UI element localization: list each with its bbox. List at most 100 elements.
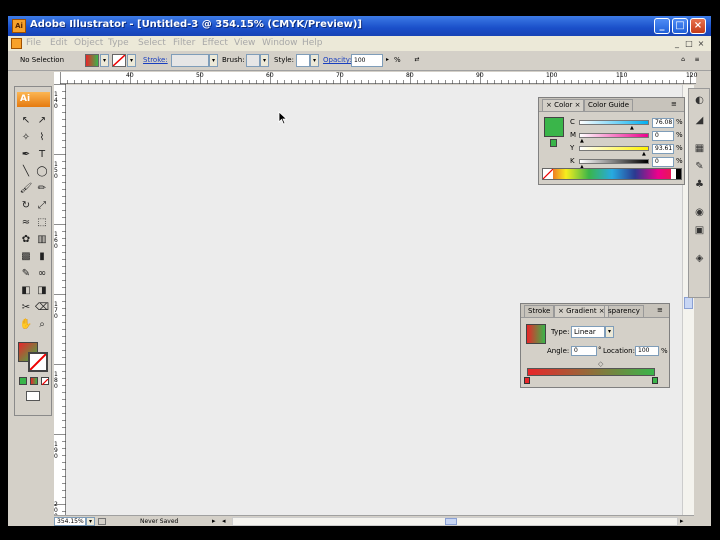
color-panel-icon[interactable]: ◐ [692, 93, 707, 108]
horizontal-scrollbar[interactable] [232, 517, 678, 526]
fill-swatch[interactable] [85, 54, 99, 67]
tab-color[interactable]: × Color × [542, 99, 585, 111]
swatches-icon[interactable]: ▦ [692, 141, 707, 156]
vertical-scroll-thumb[interactable] [684, 297, 693, 309]
minimize-button[interactable]: _ [654, 18, 670, 34]
color-spectrum[interactable] [542, 168, 682, 180]
channel-value-field[interactable]: 76.08 [652, 118, 674, 128]
gradient-stop-end[interactable] [652, 377, 658, 384]
style-field[interactable] [296, 54, 310, 67]
channel-slider-thumb[interactable]: ▲ [580, 138, 584, 144]
gradient-mode-icon[interactable] [30, 377, 38, 385]
blend-tool-icon[interactable]: ∞ [34, 266, 50, 282]
scroll-right-icon[interactable]: ▸ [680, 517, 684, 525]
stroke-weight-dropdown[interactable]: ▾ [209, 54, 218, 67]
zoom-field[interactable]: 354.15% [54, 517, 86, 526]
zoom-dropdown-icon[interactable]: ▾ [86, 517, 95, 526]
symbols-icon[interactable]: ♣ [692, 177, 707, 192]
menu-select[interactable]: Select [138, 38, 166, 48]
status-menu-arrow-icon[interactable]: ▸ [212, 517, 216, 525]
panel-menu-icon[interactable]: ≡ [692, 54, 702, 67]
tab-gradient[interactable]: × Gradient × [554, 305, 609, 317]
line-tool-icon[interactable]: ╲ [18, 164, 34, 180]
channel-slider[interactable]: ▲ [579, 133, 649, 144]
gradient-tool-icon[interactable]: ▮ [34, 249, 50, 265]
rotate-tool-icon[interactable]: ↻ [18, 198, 34, 214]
none-color-box[interactable] [542, 168, 554, 180]
channel-value-field[interactable]: 0 [652, 131, 674, 141]
document-menu-icon[interactable] [11, 38, 22, 49]
lasso-tool-icon[interactable]: ⌇ [34, 130, 50, 146]
opacity-label[interactable]: Opacity: [323, 56, 352, 64]
free-transform-tool-icon[interactable]: ⬚ [34, 215, 50, 231]
fill-color-swatch[interactable] [544, 117, 564, 137]
gradient-type-dropdown-icon[interactable]: ▾ [605, 326, 614, 338]
brushes-icon[interactable]: ✎ [692, 159, 707, 174]
live-paint-tool-icon[interactable]: ◧ [18, 283, 34, 299]
fill-dropdown[interactable]: ▾ [100, 54, 109, 67]
close-button[interactable]: × [690, 18, 706, 34]
opacity-arrow-icon[interactable]: ▸ [383, 54, 392, 67]
document-close-button[interactable]: × [696, 39, 706, 49]
gradient-panel-icon[interactable]: ▣ [692, 223, 707, 238]
stroke-weight-field[interactable] [171, 54, 209, 67]
channel-value-field[interactable]: 93.61 [652, 144, 674, 154]
warp-tool-icon[interactable]: ≈ [18, 215, 34, 231]
stroke-dropdown[interactable]: ▾ [127, 54, 136, 67]
document-restore-button[interactable]: □ [684, 39, 694, 49]
midpoint-diamond-icon[interactable]: ◇ [598, 360, 603, 368]
menu-edit[interactable]: Edit [50, 38, 67, 48]
eraser-tool-icon[interactable]: ⌫ [34, 300, 50, 316]
menu-view[interactable]: View [234, 38, 255, 48]
channel-value-field[interactable]: 0 [652, 157, 674, 167]
tab-transparency[interactable]: sparency [604, 305, 644, 317]
black-color-box[interactable] [676, 169, 681, 179]
scissors-tool-icon[interactable]: ✂ [18, 300, 34, 316]
gradient-type-select[interactable]: Linear [571, 326, 605, 338]
scale-tool-icon[interactable]: ⤢ [34, 198, 50, 214]
symbol-sprayer-tool-icon[interactable]: ✿ [18, 232, 34, 248]
pencil-tool-icon[interactable]: ✏ [34, 181, 50, 197]
selection-tool-icon[interactable]: ↖ [18, 113, 34, 129]
channel-slider[interactable]: ▲ [579, 146, 649, 157]
eyedropper-tool-icon[interactable]: ✎ [18, 266, 34, 282]
menu-effect[interactable]: Effect [202, 38, 228, 48]
menu-type[interactable]: Type [108, 38, 129, 48]
opacity-field[interactable]: 100 [351, 54, 383, 67]
stroke-swatch[interactable] [112, 54, 126, 67]
direct-selection-tool-icon[interactable]: ↗ [34, 113, 50, 129]
recolor-artwork-icon[interactable]: ⇄ [406, 54, 428, 67]
horizontal-ruler[interactable]: 40 50 60 70 80 90 100 110 120 [60, 72, 697, 84]
horizontal-scroll-thumb[interactable] [445, 518, 457, 525]
vertical-ruler[interactable]: 140 150 160 170 180 190 200 [54, 84, 66, 520]
color-guide-icon[interactable]: ◢ [692, 113, 707, 128]
channel-slider-thumb[interactable]: ▲ [630, 125, 634, 131]
menu-file[interactable]: File [26, 38, 41, 48]
channel-slider-thumb[interactable]: ▲ [642, 151, 646, 157]
layers-icon[interactable]: ◈ [692, 251, 707, 266]
scroll-left-icon[interactable]: ◂ [222, 517, 226, 525]
maximize-button[interactable]: □ [672, 18, 688, 34]
zoom-tool-icon[interactable]: ⌕ [34, 317, 50, 333]
document-minimize-button[interactable]: _ [672, 39, 682, 49]
mesh-tool-icon[interactable]: ▩ [18, 249, 34, 265]
out-of-gamut-icon[interactable] [550, 139, 557, 147]
magic-wand-tool-icon[interactable]: ✧ [18, 130, 34, 146]
tab-color-guide[interactable]: Color Guide [584, 99, 634, 111]
title-bar[interactable]: Ai Adobe Illustrator - [Untitled-3 @ 354… [8, 16, 711, 36]
type-tool-icon[interactable]: T [34, 147, 50, 163]
gradient-preview-swatch[interactable] [526, 324, 546, 344]
none-mode-icon[interactable] [41, 377, 49, 386]
color-mode-icon[interactable] [19, 377, 27, 385]
stroke-panel-icon[interactable]: ◉ [692, 205, 707, 220]
channel-slider[interactable]: ▲ [579, 159, 649, 170]
channel-slider[interactable]: ▲ [579, 120, 649, 131]
tab-stroke[interactable]: Stroke [524, 305, 555, 317]
gradient-stop-start[interactable] [524, 377, 530, 384]
stroke-label[interactable]: Stroke: [143, 56, 168, 64]
menu-help[interactable]: Help [302, 38, 323, 48]
screen-mode-icon[interactable] [26, 391, 40, 401]
panel-options-icon[interactable]: ≡ [657, 306, 663, 314]
paintbrush-tool-icon[interactable]: 🖌 [18, 181, 34, 197]
menu-window[interactable]: Window [262, 38, 298, 48]
